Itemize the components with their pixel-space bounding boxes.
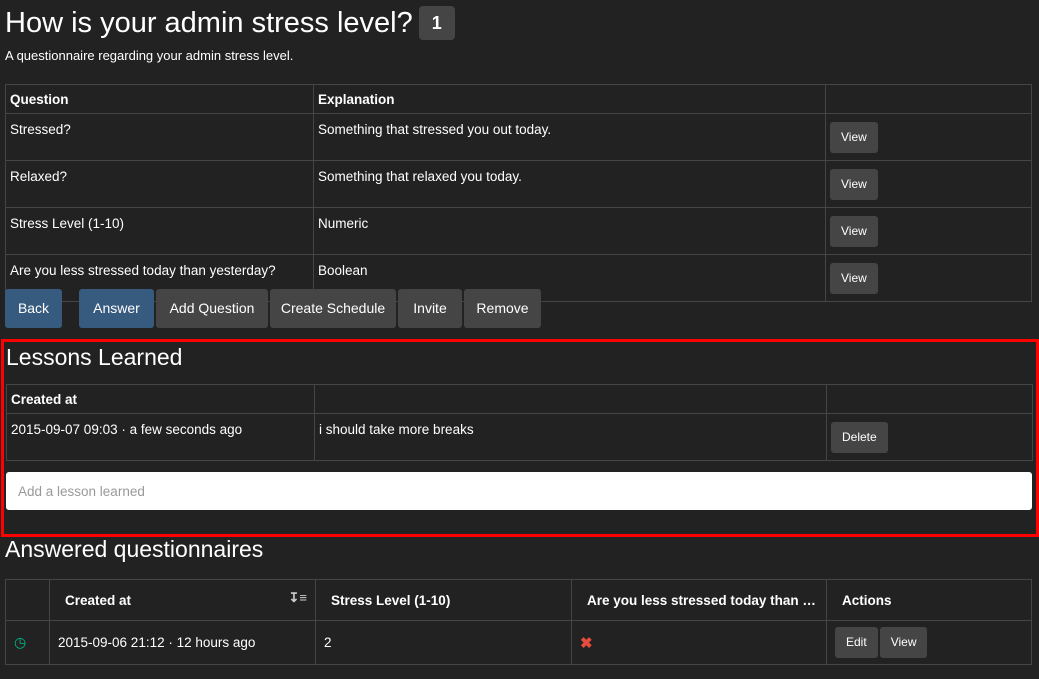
column-header-lesson [314,384,827,414]
question-count-badge: 1 [418,6,455,40]
column-header-stress-level[interactable]: Stress Level (1-10) [315,579,572,621]
lessons-title: Lessons Learned [6,344,183,370]
view-answer-button[interactable]: View [879,627,928,658]
x-icon: ✖ [580,634,593,652]
column-header-created-at[interactable]: Created at ↧≡ [49,579,316,621]
add-question-button[interactable]: Add Question [156,289,268,328]
column-header-question: Question [5,84,314,114]
table-row: Relaxed? Something that relaxed you toda… [5,160,1032,208]
action-cell: Delete [826,413,1033,461]
invite-button[interactable]: Invite [398,289,462,328]
table-row: Stress Level (1-10) Numeric View [5,207,1032,255]
table-row: Stressed? Something that stressed you ou… [5,113,1032,161]
view-question-button[interactable]: View [830,262,878,294]
answered-questionnaires-table: Created at ↧≡ Stress Level (1-10) Are yo… [5,579,1032,665]
edit-answer-button[interactable]: Edit [835,627,878,658]
question-cell: Stressed? [5,113,314,161]
table-row: ◷ 2015-09-06 21:12 · 12 hours ago 2 ✖ Ed… [5,620,1032,665]
created-at-label: Created at [65,592,132,608]
less-stressed-cell: ✖ [571,620,827,665]
column-header-explanation: Explanation [313,84,826,114]
column-header-less-stressed[interactable]: Are you less stressed today than … [571,579,827,621]
column-header-actions [825,84,1032,114]
lessons-learned-panel: Lessons Learned Created at 2015-09-07 09… [1,339,1039,537]
back-button[interactable]: Back [5,289,62,328]
page-title: How is your admin stress level? [5,7,413,39]
create-schedule-button[interactable]: Create Schedule [270,289,396,328]
page-subtitle: A questionnaire regarding your admin str… [5,48,294,63]
view-question-button[interactable]: View [830,168,878,200]
answer-button[interactable]: Answer [79,289,154,328]
sort-descending-icon[interactable]: ↧≡ [289,590,307,606]
questions-table: Question Explanation Stressed? Something… [5,84,1032,302]
action-cell: View [825,207,1032,255]
actions-cell: Edit View [826,620,1032,665]
page-header: How is your admin stress level? 1 [5,4,455,42]
remove-button[interactable]: Remove [464,289,541,328]
table-header-row: Created at [6,384,1033,414]
lesson-text-cell: i should take more breaks [314,413,827,461]
action-cell: View [825,254,1032,302]
action-cell: View [825,160,1032,208]
table-row: 2015-09-07 09:03 · a few seconds ago i s… [6,413,1033,461]
question-cell: Relaxed? [5,160,314,208]
question-cell: Stress Level (1-10) [5,207,314,255]
column-header-actions: Actions [826,579,1032,621]
column-header-actions [826,384,1033,414]
view-question-button[interactable]: View [830,215,878,247]
stress-level-cell: 2 [315,620,572,665]
view-question-button[interactable]: View [830,121,878,153]
lessons-table: Created at 2015-09-07 09:03 · a few seco… [6,384,1033,461]
delete-lesson-button[interactable]: Delete [831,421,888,453]
created-at-cell: 2015-09-06 21:12 · 12 hours ago [49,620,316,665]
explanation-cell: Something that stressed you out today. [313,113,826,161]
table-header-row: Question Explanation [5,84,1032,114]
status-cell: ◷ [5,620,50,665]
column-header-created-at: Created at [6,384,315,414]
created-at-cell: 2015-09-07 09:03 · a few seconds ago [6,413,315,461]
column-header-status [5,579,50,621]
table-header-row: Created at ↧≡ Stress Level (1-10) Are yo… [5,579,1032,621]
lesson-input[interactable] [6,472,1032,510]
clock-icon: ◷ [14,634,27,650]
answered-questionnaires-title: Answered questionnaires [5,536,264,562]
action-cell: View [825,113,1032,161]
explanation-cell: Numeric [313,207,826,255]
explanation-cell: Something that relaxed you today. [313,160,826,208]
